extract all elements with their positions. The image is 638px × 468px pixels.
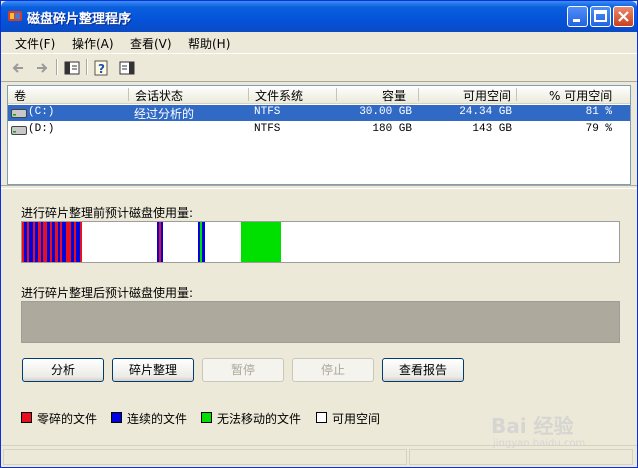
menu-view[interactable]: 查看(V) [130, 35, 172, 52]
column-divider[interactable] [336, 88, 337, 101]
before-usage-label: 进行碎片整理前预计磁盘使用量: [21, 206, 194, 220]
defragment-button[interactable]: 碎片整理 [112, 358, 194, 382]
legend-swatch-contiguous [111, 412, 122, 423]
help-icon[interactable]: ? [92, 58, 112, 78]
legend-swatch-free-space [316, 412, 327, 423]
svg-text:?: ? [98, 62, 105, 76]
maximize-button[interactable] [590, 6, 611, 27]
file-system: NTFS [254, 106, 281, 118]
session-status: 经过分析的 [134, 107, 195, 121]
maximize-icon [594, 10, 607, 22]
free-percent: 81 % [585, 106, 612, 118]
view-icon[interactable] [117, 58, 137, 78]
drive-icon [11, 109, 27, 118]
column-filesystem[interactable]: 文件系统 [255, 87, 303, 103]
analyze-button[interactable]: 分析 [22, 358, 104, 382]
volume-list-header: 卷 会话状态 文件系统 容量 可用空间 % 可用空间 [8, 86, 630, 104]
column-volume[interactable]: 卷 [14, 87, 26, 103]
toolbar-separator [86, 59, 88, 75]
column-divider[interactable] [248, 88, 249, 101]
capacity: 180 GB [372, 123, 412, 135]
column-free-space[interactable]: 可用空间 [463, 87, 511, 103]
column-divider[interactable] [516, 88, 517, 101]
baidu-watermark: Bai 经验 jingyan.baidu.com [491, 396, 631, 456]
usage-segment-contiguous [202, 222, 205, 262]
free-percent: 79 % [585, 123, 612, 135]
legend-label-unmovable: 无法移动的文件 [217, 412, 302, 426]
legend-swatch-fragmented [21, 412, 32, 423]
column-free-percent[interactable]: % 可用空间 [549, 87, 612, 103]
legend-label-contiguous: 连续的文件 [127, 412, 188, 426]
pause-button[interactable]: 暂停 [202, 358, 284, 382]
column-status[interactable]: 会话状态 [135, 87, 183, 103]
toolbar-separator [56, 59, 58, 75]
title-bar[interactable]: 磁盘碎片整理程序 [1, 1, 637, 32]
free-space: 143 GB [472, 123, 512, 135]
column-divider[interactable] [128, 88, 129, 101]
column-capacity[interactable]: 容量 [382, 87, 406, 103]
view-report-button[interactable]: 查看报告 [382, 358, 464, 382]
minimize-icon [573, 19, 580, 22]
properties-icon[interactable] [62, 58, 82, 78]
menu-bar: 文件(F) 操作(A) 查看(V) 帮助(H) [1, 32, 637, 52]
watermark-subtext: jingyan.baidu.com [493, 438, 586, 449]
menu-file[interactable]: 文件(F) [15, 35, 55, 52]
volume-row-c[interactable]: (C:) 经过分析的 NTFS 30.00 GB 24.34 GB 81 % [8, 105, 630, 121]
close-button[interactable] [613, 6, 634, 27]
defrag-app-icon [8, 11, 22, 21]
menu-action[interactable]: 操作(A) [72, 35, 114, 52]
legend-label-fragmented: 零碎的文件 [37, 412, 98, 426]
stop-button[interactable]: 停止 [292, 358, 374, 382]
window-title: 磁盘碎片整理程序 [27, 12, 132, 27]
watermark-text: Bai 经验 [491, 414, 574, 438]
after-usage-label: 进行碎片整理后预计磁盘使用量: [21, 286, 194, 300]
defrag-window: 磁盘碎片整理程序 文件(F) 操作(A) 查看(V) 帮助(H) ? 卷 会话状… [0, 0, 638, 468]
free-space: 24.34 GB [459, 106, 512, 118]
forward-arrow-icon[interactable] [32, 58, 52, 78]
legend-swatch-unmovable [201, 412, 212, 423]
usage-segment-contiguous [161, 222, 163, 262]
capacity: 30.00 GB [359, 106, 412, 118]
volume-row-d[interactable]: (D:) NTFS 180 GB 143 GB 79 % [8, 122, 630, 138]
close-icon [618, 11, 629, 22]
after-defrag-usage-bar [21, 301, 620, 343]
before-defrag-usage-bar [21, 221, 620, 263]
usage-segment-fragmented [80, 222, 82, 262]
legend-label-free-space: 可用空间 [332, 412, 381, 426]
pane-splitter[interactable] [1, 185, 637, 189]
toolbar: ? [1, 53, 637, 82]
status-cell [3, 449, 407, 465]
minimize-button[interactable] [567, 6, 588, 27]
menu-help[interactable]: 帮助(H) [188, 35, 230, 52]
back-arrow-icon[interactable] [9, 58, 29, 78]
drive-icon [11, 126, 27, 135]
volume-list[interactable]: 卷 会话状态 文件系统 容量 可用空间 % 可用空间 (C:) 经过分析的 NT… [7, 85, 631, 185]
file-system: NTFS [254, 123, 281, 135]
column-divider[interactable] [418, 88, 419, 101]
volume-name: (D:) [28, 123, 55, 135]
volume-name: (C:) [28, 106, 55, 118]
usage-segment-unmovable [241, 222, 281, 262]
